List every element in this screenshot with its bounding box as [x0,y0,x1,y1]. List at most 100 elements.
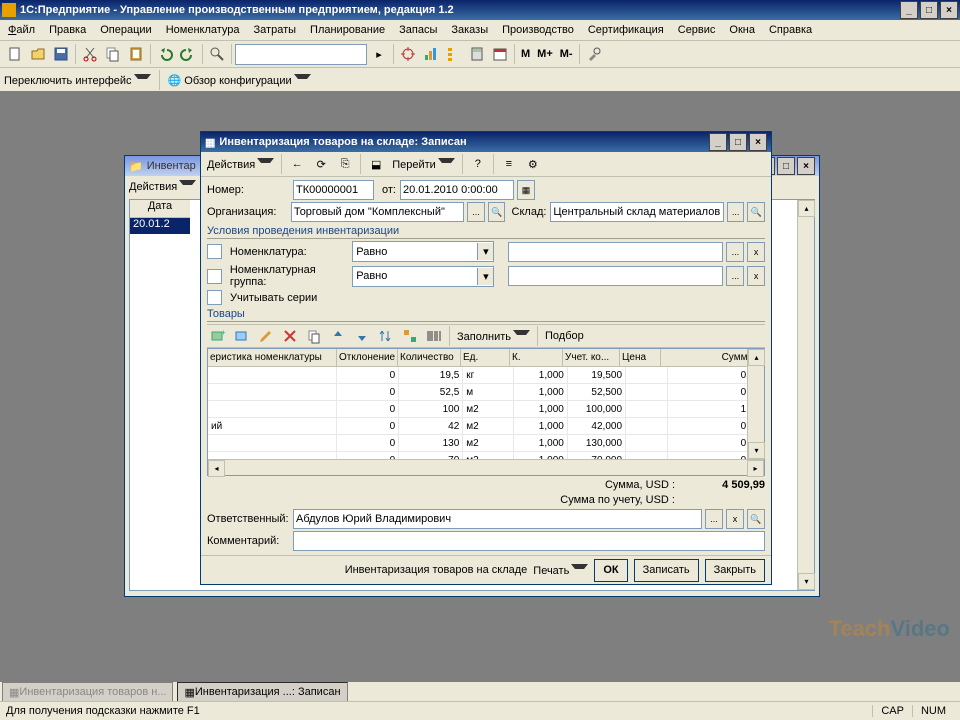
table-cell[interactable]: 0 [337,418,399,434]
menu-stock[interactable]: Запасы [395,22,441,38]
table-cell[interactable]: м2 [463,435,513,451]
row-date[interactable]: 20.01.2 [130,218,190,234]
restore-button[interactable]: □ [777,157,795,175]
save-button[interactable]: Записать [634,559,699,582]
task-item-active[interactable]: ▦ Инвентаризация ...: Записан [177,682,347,702]
menu-production[interactable]: Производство [498,22,578,38]
col-k[interactable]: К. [510,349,563,366]
minimize-button[interactable]: _ [709,133,727,151]
menu-operations[interactable]: Операции [96,22,155,38]
calc-icon[interactable] [466,43,488,65]
table-cell[interactable]: 100 [399,401,463,417]
copy-doc-icon[interactable]: ⎘ [334,153,356,175]
new-doc-icon[interactable] [4,43,26,65]
table-cell[interactable]: 0 [337,401,399,417]
col-deviation[interactable]: Отклонение [337,349,398,366]
list-icon[interactable]: ≡ [498,153,520,175]
table-cell[interactable]: 1,000 [514,384,568,400]
table-cell[interactable]: 19,500 [568,367,626,383]
goto-menu[interactable]: Перейти [389,158,458,171]
select-button[interactable]: ... [726,266,744,286]
replace-icon[interactable] [399,325,421,347]
table-cell[interactable]: м [463,384,513,400]
settings-icon[interactable]: ⚙ [522,153,544,175]
target-icon[interactable] [397,43,419,65]
nomen-value-input[interactable] [508,242,723,262]
table-cell[interactable]: 1,000 [514,401,568,417]
menu-windows[interactable]: Окна [725,22,759,38]
vertical-scrollbar[interactable]: ▴ ▾ [747,349,764,459]
table-cell[interactable]: 1,000 [514,367,568,383]
select-button[interactable]: ... [726,242,744,262]
copy-row-icon[interactable] [303,325,325,347]
search-icon[interactable] [206,43,228,65]
open-icon[interactable] [27,43,49,65]
open-button[interactable]: 🔍 [488,202,506,222]
help-icon[interactable]: ? [467,153,489,175]
col-acct-qty[interactable]: Учет. ко... [563,349,620,366]
print-menu[interactable]: Печать [533,564,588,577]
table-cell[interactable] [208,384,337,400]
address-combo[interactable] [235,44,367,65]
close-button[interactable]: Закрыть [705,559,765,582]
series-checkbox[interactable] [207,290,222,305]
open-button[interactable]: 🔍 [747,202,765,222]
refresh-icon[interactable]: ⟳ [310,153,332,175]
comment-input[interactable] [293,531,765,551]
barcode-icon[interactable] [423,325,445,347]
table-cell[interactable]: м2 [463,418,513,434]
tree-icon[interactable] [443,43,465,65]
clear-button[interactable]: x [747,266,765,286]
table-cell[interactable]: ий [208,418,337,434]
clear-button[interactable]: x [747,242,765,262]
responsible-input[interactable]: Абдулов Юрий Владимирович [293,509,702,529]
switch-interface[interactable]: Переключить интерфейс [4,74,151,87]
scroll-up-icon[interactable]: ▴ [798,200,815,217]
calendar-icon[interactable]: ▦ [517,180,535,200]
back-icon[interactable]: ← [286,153,308,175]
warehouse-input[interactable]: Центральный склад материалов [550,202,723,222]
table-cell[interactable]: 1,000 [514,435,568,451]
restore-button[interactable]: □ [920,1,938,19]
table-cell[interactable]: 130,000 [568,435,626,451]
scrollbar[interactable]: ▴ ▾ [797,200,814,590]
menu-orders[interactable]: Заказы [447,22,492,38]
table-cell[interactable]: м2 [463,401,513,417]
actions-menu[interactable]: Действия [204,158,277,171]
horizontal-scrollbar[interactable]: ◂ ▸ [208,459,764,475]
ngroup-value-input[interactable] [508,266,723,286]
table-cell[interactable]: 52,5 [399,384,463,400]
select-button[interactable]: ... [467,202,485,222]
table-cell[interactable] [208,435,337,451]
structure-icon[interactable]: ⬓ [365,153,387,175]
ngroup-checkbox[interactable] [207,269,222,284]
table-cell[interactable]: кг [463,367,513,383]
table-row[interactable]: 0100м21,000100,0001,12 [208,401,764,418]
nomen-checkbox[interactable] [207,244,222,259]
chevron-down-icon[interactable]: ▾ [477,243,493,260]
table-cell[interactable]: 0 [337,435,399,451]
save-icon[interactable] [50,43,72,65]
actions-menu[interactable]: Действия [129,181,196,193]
select-button[interactable]: ... [727,202,745,222]
col-date[interactable]: Дата [130,200,190,218]
mem-mplus[interactable]: М+ [534,48,556,60]
config-overview[interactable]: 🌐 Обзор конфигурации [168,74,311,87]
move-up-icon[interactable] [327,325,349,347]
date-input[interactable]: 20.01.2010 0:00:00 [400,180,514,200]
fill-menu[interactable]: Заполнить [454,330,533,343]
menu-edit[interactable]: Правка [45,22,90,38]
close-button[interactable]: × [797,157,815,175]
org-input[interactable]: Торговый дом "Комплексный" [291,202,464,222]
goods-grid[interactable]: еристика номенклатуры Отклонение Количес… [207,348,765,476]
table-cell[interactable] [626,435,668,451]
ok-button[interactable]: ОК [594,559,627,582]
col-quantity[interactable]: Количество [398,349,461,366]
col-charact[interactable]: еристика номенклатуры [208,349,337,366]
delete-row-icon[interactable] [279,325,301,347]
close-button[interactable]: × [940,1,958,19]
table-cell[interactable] [626,367,668,383]
tools-icon[interactable] [583,43,605,65]
col-price[interactable]: Цена [620,349,661,366]
table-cell[interactable] [626,384,668,400]
